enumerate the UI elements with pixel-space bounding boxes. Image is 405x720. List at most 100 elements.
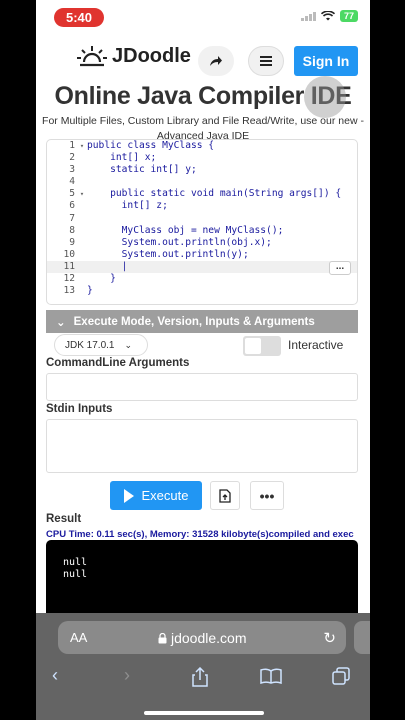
code-line[interactable]: 13} <box>47 285 357 297</box>
code-line[interactable]: 12 } <box>47 273 357 285</box>
hamburger-icon <box>260 56 272 66</box>
fold-arrow-icon[interactable] <box>77 225 87 237</box>
code-line[interactable]: 8 MyClass obj = new MyClass(); <box>47 225 357 237</box>
reload-icon[interactable]: ↻ <box>323 629 336 647</box>
line-number: 1 <box>69 140 75 151</box>
jdoodle-logo[interactable]: JDoodle <box>76 44 191 68</box>
editor-more-button[interactable]: ... <box>329 261 351 275</box>
code-line[interactable]: 4 <box>47 176 357 188</box>
code-text: static int[] y; <box>87 164 197 176</box>
execute-label: Execute <box>141 488 189 503</box>
interactive-toggle[interactable] <box>243 336 281 356</box>
site-header: JDoodle Sign In <box>36 36 370 82</box>
output-line: null <box>63 557 88 568</box>
fold-arrow-icon[interactable] <box>77 213 87 225</box>
address-bar[interactable]: AA jdoodle.com ↻ <box>58 621 346 654</box>
lock-icon <box>158 632 167 643</box>
fold-arrow-icon[interactable] <box>77 176 87 188</box>
execute-mode-title: Execute Mode, Version, Inputs & Argument… <box>73 315 315 328</box>
status-bar: 5:40 77 <box>36 0 370 36</box>
more-options-button[interactable]: ••• <box>250 481 284 510</box>
code-line[interactable]: 11 | <box>47 260 357 274</box>
share-button[interactable] <box>198 46 234 76</box>
line-number: 12 <box>63 273 75 285</box>
result-label: Result <box>46 513 82 525</box>
tabs-icon[interactable] <box>332 667 350 685</box>
bookmarks-icon[interactable] <box>260 668 282 684</box>
stdin-input[interactable] <box>46 419 358 473</box>
code-text: } <box>87 273 116 285</box>
interactive-label: Interactive <box>288 338 344 352</box>
fold-arrow-icon[interactable] <box>77 285 87 297</box>
line-number: 3 <box>69 164 75 176</box>
reader-aa-button[interactable]: AA <box>70 630 87 645</box>
line-number: 7 <box>69 212 75 224</box>
fold-arrow-icon[interactable] <box>77 249 87 261</box>
code-lines[interactable]: 1 ▾ public class MyClass {2 int[] x; 3 stat… <box>47 140 357 297</box>
code-line[interactable]: 10 System.out.println(y); <box>47 249 357 261</box>
output-console: null null <box>46 540 358 620</box>
fold-arrow-icon[interactable]: ▾ <box>77 188 87 200</box>
code-text: public class MyClass { <box>87 140 215 151</box>
phone-screen: 5:40 77 JDoodle Sign In Online Java Comp… <box>36 0 370 720</box>
chevron-down-icon: ⌄ <box>124 339 133 350</box>
code-text: int[] z; <box>87 200 168 212</box>
fold-arrow-icon[interactable] <box>77 273 87 285</box>
line-number: 6 <box>69 200 75 212</box>
line-number: 5 <box>69 188 75 200</box>
code-line[interactable]: 7 <box>47 213 357 225</box>
share-arrow-icon <box>210 56 222 66</box>
safari-bottom-bar: AA jdoodle.com ↻ ‹ › <box>36 613 370 720</box>
fold-arrow-icon[interactable] <box>77 261 87 273</box>
output-line: null <box>63 569 88 580</box>
cmd-args-label: CommandLine Arguments <box>46 357 190 369</box>
code-line[interactable]: 6 int[] z; <box>47 200 357 212</box>
sign-in-button[interactable]: Sign In <box>294 46 358 76</box>
line-number: 11 <box>63 260 75 272</box>
line-number: 9 <box>69 236 75 248</box>
home-indicator <box>144 711 264 715</box>
jdk-version-select[interactable]: JDK 17.0.1 ⌄ <box>54 334 148 356</box>
code-line[interactable]: 1 ▾ public class MyClass { <box>47 140 357 152</box>
stdin-label: Stdin Inputs <box>46 403 113 415</box>
chevron-down-icon: ⌄ <box>56 316 66 329</box>
battery-indicator: 77 <box>339 10 358 22</box>
cellular-signal-icon <box>300 11 316 21</box>
execute-mode-panel-header[interactable]: ⌄ Execute Mode, Version, Inputs & Argume… <box>46 310 358 333</box>
back-icon[interactable]: ‹ <box>52 665 58 686</box>
url-display[interactable]: jdoodle.com <box>158 630 247 646</box>
fold-arrow-icon[interactable] <box>77 200 87 212</box>
menu-button[interactable] <box>248 46 284 76</box>
code-text: | <box>87 260 128 272</box>
share-icon[interactable] <box>192 667 208 687</box>
next-tab-preview[interactable] <box>354 621 370 654</box>
upload-file-button[interactable] <box>210 481 240 510</box>
status-icons: 77 <box>300 10 358 22</box>
sunrise-logo-icon <box>77 46 107 67</box>
fold-arrow-icon[interactable] <box>77 237 87 249</box>
execute-button[interactable]: Execute <box>110 481 202 510</box>
jdk-version-value: JDK 17.0.1 <box>65 339 115 351</box>
line-number: 8 <box>69 224 75 236</box>
code-line[interactable]: 2 int[] x; <box>47 152 357 164</box>
touch-indicator <box>304 76 346 118</box>
line-number: 2 <box>69 152 75 164</box>
code-line[interactable]: 5 ▾ public static void main(String args[]… <box>47 188 357 200</box>
wifi-icon <box>320 11 335 21</box>
forward-icon[interactable]: › <box>124 665 130 686</box>
fold-arrow-icon[interactable] <box>77 152 87 164</box>
code-line[interactable]: 9 System.out.println(obj.x); <box>47 237 357 249</box>
fold-arrow-icon[interactable]: ▾ <box>77 140 87 152</box>
logo-text: JDoodle <box>112 44 191 67</box>
code-line[interactable]: 3 static int[] y; <box>47 164 357 176</box>
code-editor[interactable]: 1 ▾ public class MyClass {2 int[] x; 3 stat… <box>46 139 358 305</box>
cpu-time-info: CPU Time: 0.11 sec(s), Memory: 31528 kil… <box>46 529 354 540</box>
subtitle-text: For Multiple Files, Custom Library and F… <box>42 115 364 127</box>
code-text: System.out.println(obj.x); <box>87 236 272 248</box>
cmd-args-input[interactable] <box>46 373 358 401</box>
code-text: int[] x; <box>87 152 157 164</box>
code-text: public static void main(String args[]) { <box>87 188 342 200</box>
fold-arrow-icon[interactable] <box>77 164 87 176</box>
url-text: jdoodle.com <box>171 630 247 646</box>
code-text: System.out.println(y); <box>87 248 249 260</box>
